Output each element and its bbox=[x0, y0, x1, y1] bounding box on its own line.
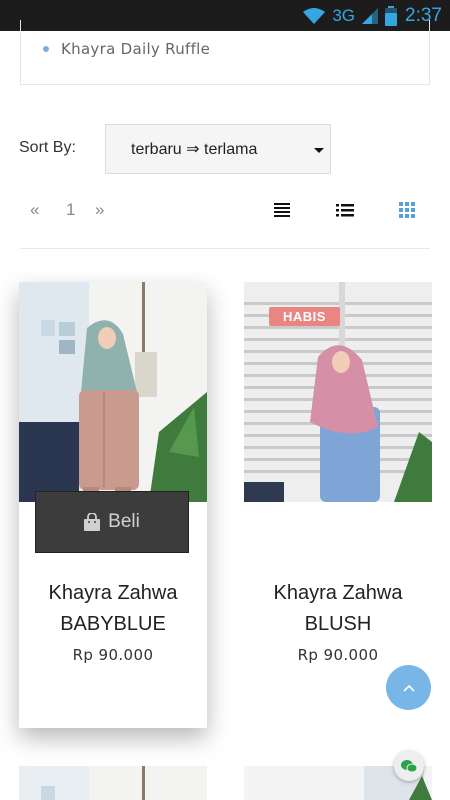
buy-button[interactable]: Beli bbox=[35, 491, 189, 553]
product-image-peek[interactable] bbox=[19, 766, 207, 800]
chat-button[interactable] bbox=[394, 751, 424, 781]
prev-page-link[interactable]: « bbox=[30, 200, 60, 220]
product-image[interactable]: HABIS bbox=[244, 282, 432, 502]
buy-button-label[interactable]: Beli bbox=[108, 511, 140, 533]
sort-label: Sort By: bbox=[19, 139, 76, 156]
divider bbox=[20, 248, 430, 249]
list-icon[interactable] bbox=[336, 202, 354, 218]
scroll-to-top-button[interactable] bbox=[386, 665, 431, 710]
product-title[interactable]: Khayra Zahwa BLUSH bbox=[244, 578, 432, 640]
product-title[interactable]: Khayra Zahwa BABYBLUE bbox=[19, 578, 207, 640]
next-page-link[interactable]: » bbox=[95, 200, 115, 220]
grid-small-icon[interactable] bbox=[399, 202, 417, 218]
shopping-bag-icon bbox=[84, 513, 101, 531]
product-title-line1[interactable]: Khayra Zahwa bbox=[274, 582, 403, 604]
pagination: « 1 » bbox=[30, 200, 115, 220]
bullet-icon bbox=[43, 46, 49, 52]
product-card[interactable]: HABIS Khayra Zahwa BLUSH Rp 90.000 bbox=[244, 282, 432, 728]
sort-selected-value[interactable]: terbaru ⇒ terlama bbox=[131, 139, 257, 159]
category-item[interactable]: Khayra Daily Ruffle bbox=[43, 40, 429, 58]
product-title-line2[interactable]: BABYBLUE bbox=[60, 613, 166, 635]
grid-large-icon[interactable] bbox=[274, 202, 292, 218]
sold-out-badge: HABIS bbox=[269, 307, 340, 326]
category-item-label[interactable]: Khayra Daily Ruffle bbox=[61, 40, 210, 58]
chat-icon bbox=[401, 760, 417, 773]
product-title-line1[interactable]: Khayra Zahwa bbox=[49, 582, 178, 604]
product-price: Rp 90.000 bbox=[72, 646, 154, 664]
product-title-line2[interactable]: BLUSH bbox=[305, 613, 372, 635]
page-number[interactable]: 1 bbox=[60, 200, 95, 220]
category-list: Khayra Daily Ruffle bbox=[20, 20, 430, 85]
sort-select[interactable]: terbaru ⇒ terlama bbox=[105, 124, 331, 174]
product-image[interactable] bbox=[19, 282, 207, 502]
chevron-down-icon[interactable] bbox=[314, 148, 324, 153]
chevron-up-icon bbox=[402, 684, 415, 692]
product-price: Rp 90.000 bbox=[297, 646, 379, 664]
product-card[interactable]: Beli Khayra Zahwa BABYBLUE Rp 90.000 bbox=[19, 282, 207, 728]
